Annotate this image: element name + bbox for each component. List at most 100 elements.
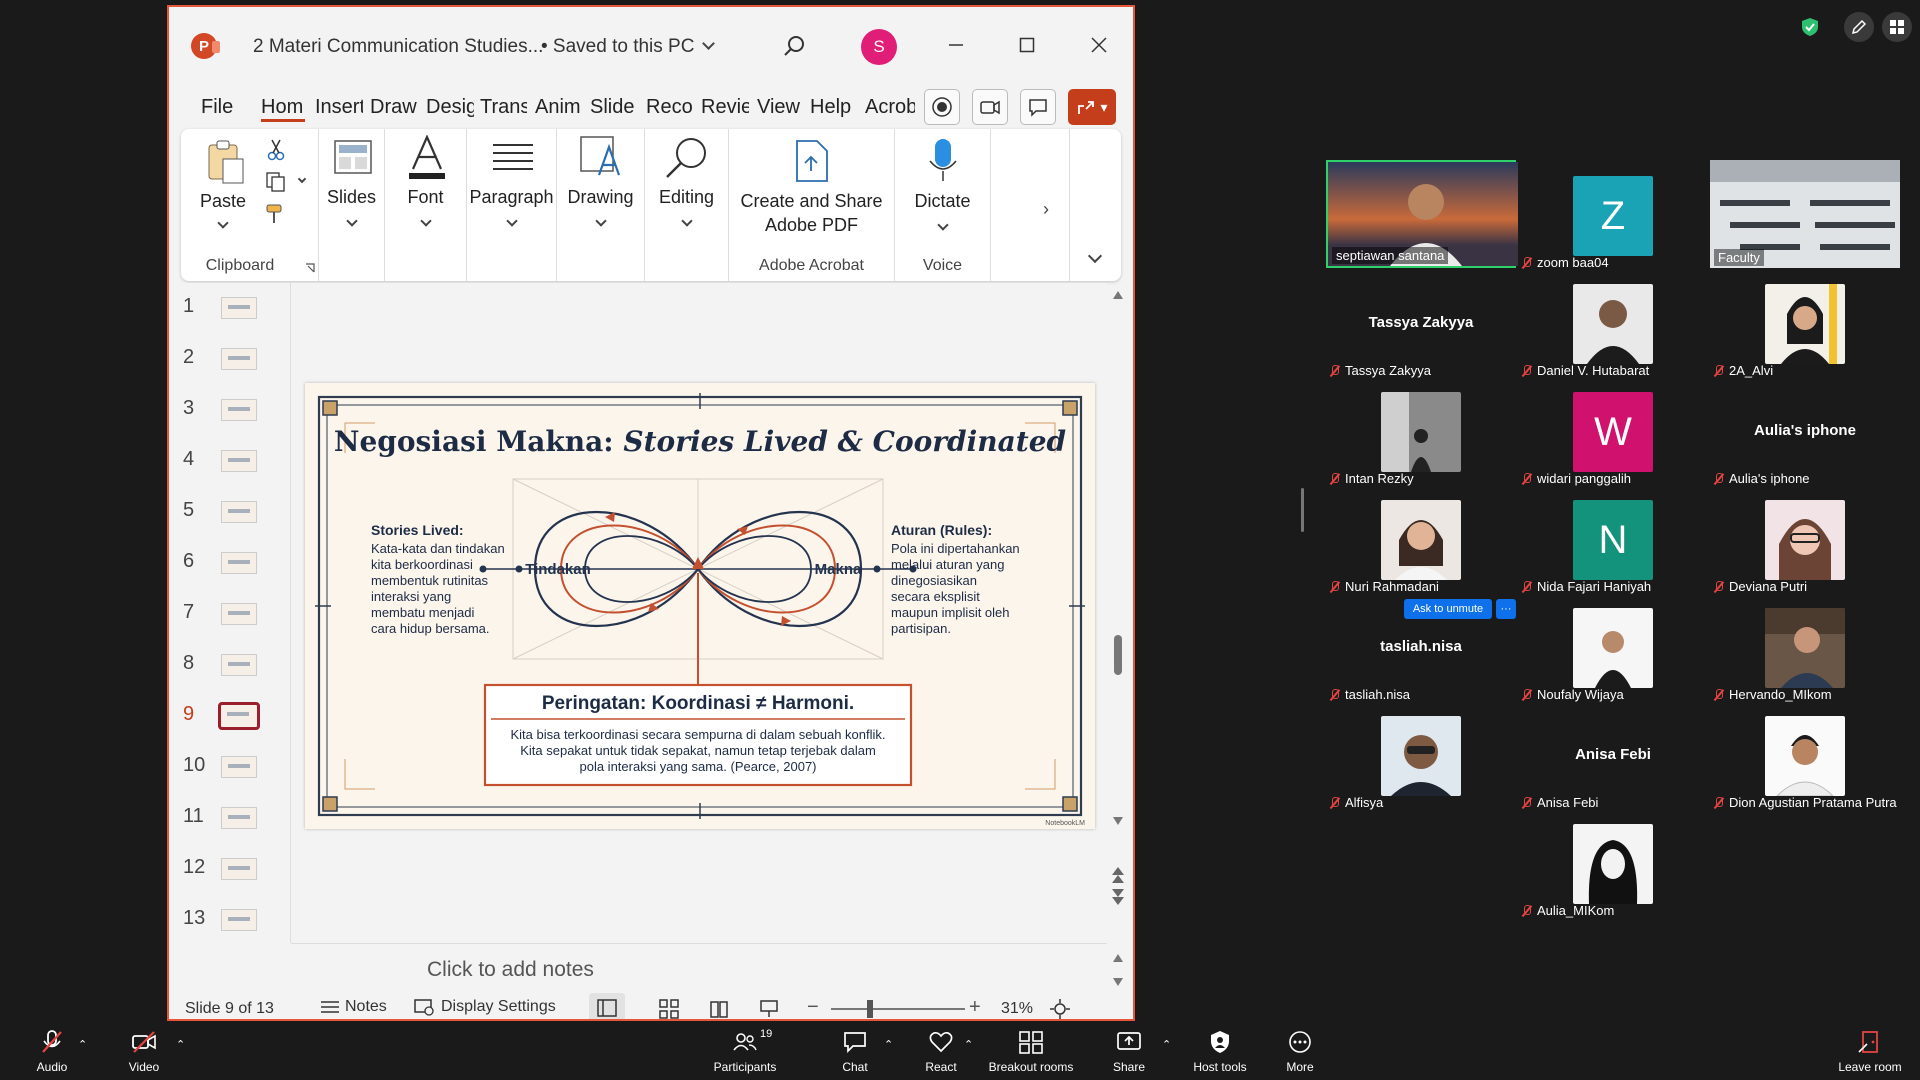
font-dropdown-icon[interactable] — [420, 215, 432, 227]
tab-transitions[interactable]: Trans — [480, 96, 527, 119]
participant-tile[interactable]: Noufaly Wijaya — [1518, 592, 1708, 702]
video-button[interactable]: Video — [120, 1028, 168, 1078]
tab-animations[interactable]: Anim — [535, 96, 583, 119]
participant-tile[interactable]: septiawan santana — [1326, 160, 1518, 268]
thumbnail-slide-12[interactable]: 12 — [169, 844, 291, 895]
chat-button[interactable]: Chat — [832, 1028, 878, 1078]
prev-next-slide-buttons[interactable] — [1109, 863, 1127, 907]
participant-tile[interactable]: Anisa Febi Anisa Febi — [1518, 700, 1708, 810]
encryption-shield-icon[interactable] — [1797, 14, 1823, 40]
more-button[interactable]: More — [1276, 1028, 1324, 1078]
participant-tile[interactable]: Faculty — [1710, 160, 1900, 268]
thumbnail-slide-11[interactable]: 11 — [169, 793, 291, 844]
host-tools-button[interactable]: Host tools — [1190, 1028, 1250, 1078]
participant-tile[interactable]: Alfisya — [1326, 700, 1516, 810]
participant-tile[interactable]: Aulia's iphone Aulia's iphone — [1710, 376, 1900, 486]
tab-record[interactable]: Recor — [646, 96, 694, 119]
thumbnail-slide-1[interactable]: 1 — [169, 283, 291, 334]
audio-button[interactable]: Audio — [28, 1028, 76, 1078]
cut-icon[interactable] — [267, 139, 285, 161]
participant-tile[interactable]: Daniel V. Hutabarat — [1518, 268, 1708, 378]
react-options-caret-icon[interactable]: ⌃ — [964, 1038, 973, 1051]
vertical-scrollbar[interactable] — [1109, 283, 1127, 853]
editing-group[interactable]: Editing — [645, 129, 729, 281]
share-screen-button[interactable]: Share — [1106, 1028, 1152, 1078]
tab-review[interactable]: Revie — [701, 96, 749, 119]
paragraph-button[interactable]: Paragraph — [467, 187, 556, 208]
participant-tile[interactable]: N Nida Fajari Haniyah — [1518, 484, 1708, 594]
slide-sorter-icon[interactable] — [659, 999, 679, 1019]
tab-insert[interactable]: Insert — [315, 96, 363, 119]
participants-button[interactable]: 19 Participants — [712, 1028, 778, 1078]
audio-options-caret-icon[interactable]: ⌃ — [78, 1038, 87, 1051]
thumbnail-slide-9[interactable]: 9 — [169, 691, 291, 742]
paste-icon[interactable] — [205, 139, 245, 185]
comments-button[interactable] — [1020, 89, 1056, 125]
leave-room-button[interactable]: Leave room — [1834, 1028, 1906, 1078]
microphone-icon[interactable] — [927, 137, 959, 185]
annotate-button[interactable] — [1844, 12, 1874, 42]
zoom-slider-thumb[interactable] — [867, 1000, 873, 1018]
save-status[interactable]: • Saved to this PC — [541, 36, 716, 58]
teams-button[interactable] — [972, 89, 1008, 125]
tab-acrobat[interactable]: Acrob — [865, 96, 915, 119]
participant-tile[interactable]: Intan Rezky — [1326, 376, 1516, 486]
thumbnail-slide-4[interactable]: 4 — [169, 436, 291, 487]
dictate-dropdown-icon[interactable] — [937, 219, 949, 231]
paste-button[interactable]: Paste — [181, 191, 265, 212]
current-slide[interactable]: Negosiasi Makna: Stories Lived & Coordin… — [305, 383, 1095, 829]
share-options-caret-icon[interactable]: ⌃ — [1162, 1038, 1171, 1051]
tab-home[interactable]: Hom — [261, 96, 305, 122]
slides-button[interactable]: Slides — [319, 187, 384, 208]
gallery-view-button[interactable] — [1882, 12, 1912, 42]
thumbnail-slide-5[interactable]: 5 — [169, 487, 291, 538]
participant-tile[interactable]: Aulia_MIKom — [1518, 808, 1708, 918]
close-button[interactable] — [1081, 29, 1117, 61]
panel-resize-handle[interactable] — [1301, 488, 1304, 532]
drawing-dropdown-icon[interactable] — [595, 215, 607, 227]
chat-options-caret-icon[interactable]: ⌃ — [884, 1038, 893, 1051]
maximize-button[interactable] — [1009, 29, 1045, 61]
record-button[interactable] — [924, 89, 960, 125]
zoom-out-button[interactable]: − — [807, 996, 819, 1019]
dictate-button[interactable]: Dictate — [895, 191, 990, 212]
drawing-button[interactable]: Drawing — [557, 187, 644, 208]
tab-file[interactable]: File — [201, 96, 233, 119]
editing-button[interactable]: Editing — [645, 187, 728, 208]
participant-tile[interactable]: Tassya Zakyya Tassya Zakyya — [1326, 268, 1516, 378]
copy-icon[interactable] — [265, 171, 287, 193]
participant-tile[interactable]: 2A_Alvi — [1710, 268, 1900, 378]
notes-placeholder[interactable]: Click to add notes — [427, 958, 594, 982]
thumbnail-slide-7[interactable]: 7 — [169, 589, 291, 640]
thumbnail-slide-3[interactable]: 3 — [169, 385, 291, 436]
thumbnail-slide-10[interactable]: 10 — [169, 742, 291, 793]
adobe-pdf-icon[interactable] — [791, 139, 831, 183]
ribbon-scroll-right-icon[interactable]: › — [1043, 199, 1049, 220]
share-button[interactable]: ▾ — [1068, 89, 1116, 125]
drawing-group[interactable]: Drawing — [557, 129, 645, 281]
participant-tile[interactable]: W widari panggalih — [1518, 376, 1708, 486]
tab-design[interactable]: Desig — [426, 96, 474, 119]
font-button[interactable]: Font — [385, 187, 466, 208]
dialog-launcher-icon[interactable] — [305, 263, 315, 273]
font-group[interactable]: Font — [385, 129, 467, 281]
participant-tile[interactable]: Nuri Rahmadani — [1326, 484, 1516, 594]
slides-dropdown-icon[interactable] — [346, 215, 358, 227]
participant-tile[interactable]: Hervando_MIkom — [1710, 592, 1900, 702]
document-title[interactable]: 2 Materi Communication Studies... — [253, 36, 543, 58]
video-options-caret-icon[interactable]: ⌃ — [176, 1038, 185, 1051]
zoom-in-button[interactable]: + — [969, 996, 981, 1019]
participant-tile[interactable]: tasliah.nisa tasliah.nisa — [1326, 592, 1516, 702]
notes-pane[interactable]: Click to add notes — [291, 943, 1123, 993]
ribbon-collapse-icon[interactable] — [1087, 248, 1103, 264]
zoom-level[interactable]: 31% — [1001, 1000, 1033, 1018]
search-icon[interactable] — [783, 35, 805, 57]
paragraph-dropdown-icon[interactable] — [506, 215, 518, 227]
tab-draw[interactable]: Draw — [370, 96, 418, 119]
normal-view-button[interactable] — [589, 993, 625, 1019]
display-settings-button[interactable]: Display Settings — [413, 997, 556, 1017]
thumbnail-slide-6[interactable]: 6 — [169, 538, 291, 589]
slides-group[interactable]: Slides — [319, 129, 385, 281]
slideshow-icon[interactable] — [759, 999, 779, 1019]
fit-to-window-icon[interactable] — [1049, 998, 1071, 1020]
